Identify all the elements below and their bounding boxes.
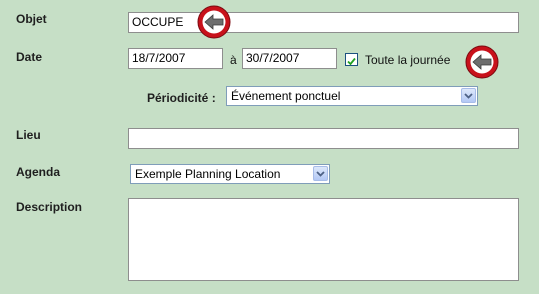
date-start-input[interactable]: 18/7/2007 [128,48,223,69]
all-day-checkbox[interactable] [345,53,358,66]
agenda-value: Exemple Planning Location [135,167,281,181]
lieu-input[interactable] [128,128,519,149]
periodicite-label: Périodicité : [147,91,216,105]
agenda-label: Agenda [16,165,61,179]
date-end-input[interactable]: 30/7/2007 [242,48,337,69]
date-separator: à [230,53,237,67]
dropdown-button[interactable] [461,88,476,103]
checkmark-icon [347,57,356,66]
description-textarea[interactable] [128,198,519,281]
all-day-label: Toute la journée [365,53,451,67]
description-label: Description [16,200,83,214]
periodicite-select[interactable]: Événement ponctuel [226,86,478,106]
agenda-select[interactable]: Exemple Planning Location [130,164,330,184]
arrow-icon [197,5,231,39]
lieu-label: Lieu [16,128,41,142]
arrow-icon [465,45,499,79]
dropdown-button[interactable] [313,166,328,181]
chevron-down-icon [464,93,473,99]
chevron-down-icon [316,171,325,177]
date-label: Date [16,50,43,64]
periodicite-value: Événement ponctuel [231,89,341,103]
objet-label: Objet [16,12,47,26]
objet-input[interactable]: OCCUPE [128,12,519,33]
